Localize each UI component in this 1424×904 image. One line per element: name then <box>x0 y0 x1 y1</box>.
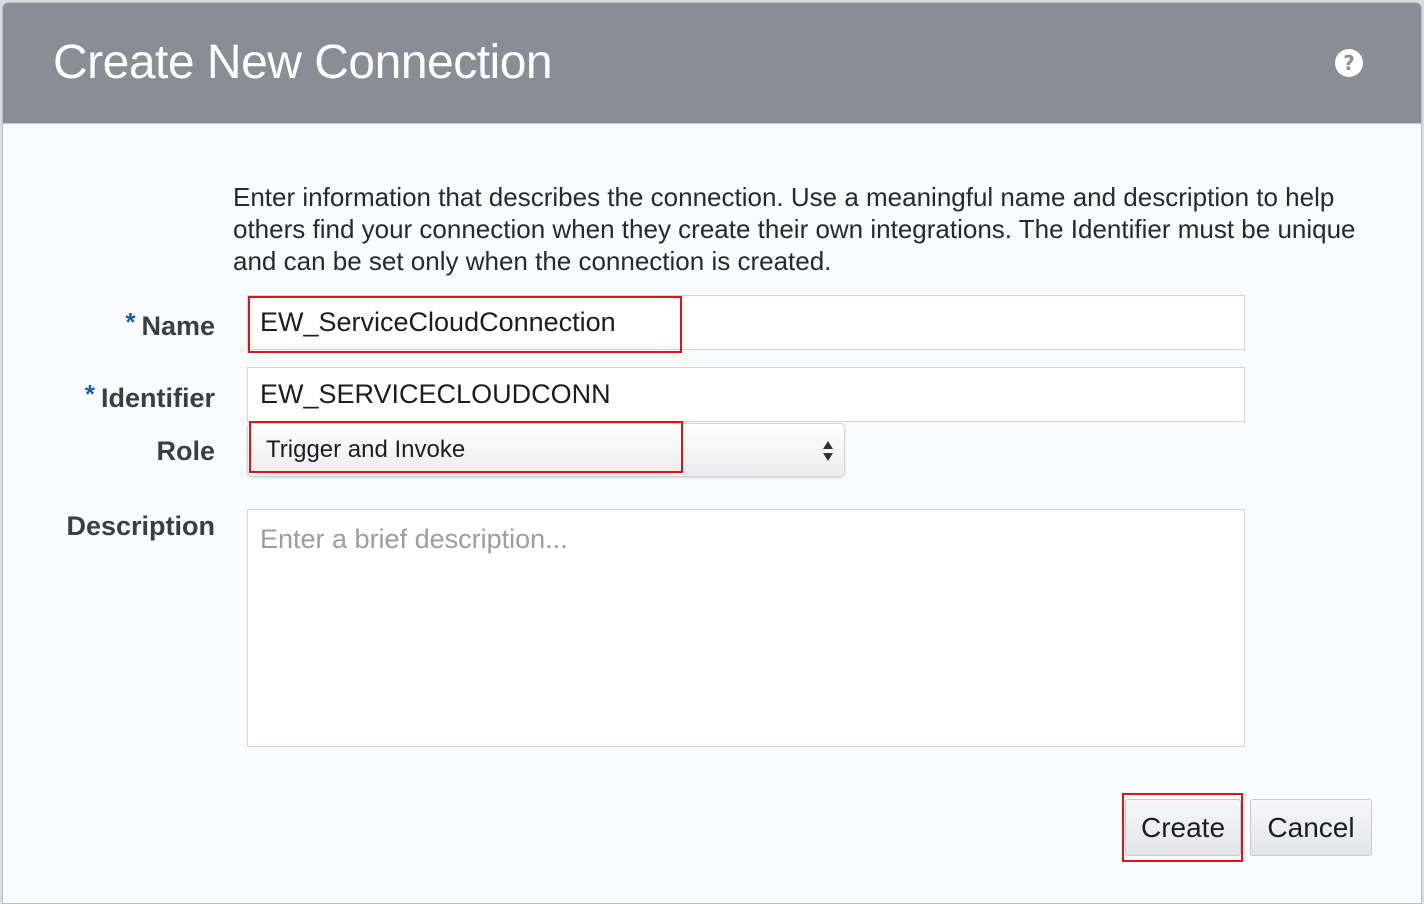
identifier-label: * Identifier <box>84 379 215 413</box>
role-label: Role <box>156 436 215 466</box>
cancel-button[interactable]: Cancel <box>1250 799 1372 856</box>
name-field[interactable] <box>247 295 1245 350</box>
dialog-titlebar: Create New Connection ? <box>3 3 1421 124</box>
create-button[interactable]: Create <box>1125 799 1241 856</box>
description-field[interactable] <box>247 509 1245 747</box>
help-icon[interactable]: ? <box>1335 49 1363 77</box>
intro-text: Enter information that describes the con… <box>233 182 1356 276</box>
description-label: Description <box>66 511 215 541</box>
role-selected-value: Trigger and Invoke <box>266 436 466 463</box>
select-arrows-icon <box>823 441 833 461</box>
identifier-field[interactable] <box>247 367 1245 422</box>
required-marker: * <box>84 379 95 409</box>
required-marker: * <box>125 307 136 337</box>
name-label: * Name <box>125 307 215 341</box>
create-connection-dialog: Create New Connection ? Enter informatio… <box>2 2 1422 904</box>
role-select[interactable]: Trigger and Invoke <box>247 423 845 477</box>
dialog-title: Create New Connection <box>53 36 553 89</box>
